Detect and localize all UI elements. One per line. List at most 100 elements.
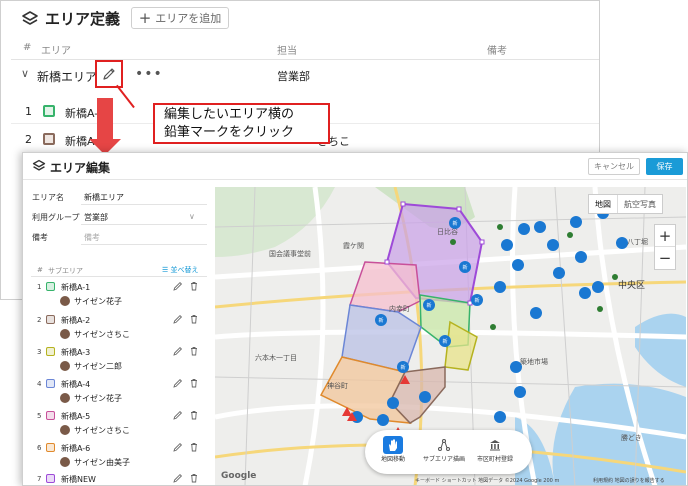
more-options-icon[interactable]: •••: [135, 66, 163, 82]
subarea-item[interactable]: 4 新橋A-4 サイゼン花子: [23, 376, 211, 409]
color-swatch: [43, 105, 55, 117]
column-header-area[interactable]: エリア: [41, 42, 71, 57]
subarea-name: 新橋A-6: [61, 444, 91, 453]
zoom-out-button[interactable]: −: [655, 247, 675, 269]
trash-icon[interactable]: [189, 281, 199, 291]
color-swatch: [46, 443, 55, 452]
trash-icon[interactable]: [189, 442, 199, 452]
pencil-icon[interactable]: [173, 473, 183, 483]
sort-button[interactable]: ☰ 並べ替え: [162, 265, 199, 275]
map-toggle-aerial[interactable]: 航空写真: [617, 195, 662, 213]
cancel-button[interactable]: キャンセル: [588, 158, 640, 175]
field-underline: [81, 224, 207, 225]
layers-icon: [32, 159, 46, 171]
map-canvas[interactable]: 新新新新新新新 地図 航空写真 + − 日比谷 霞ケ関 国会議事堂前 中央区 六…: [215, 187, 686, 485]
color-swatch: [46, 315, 55, 324]
pencil-icon[interactable]: [173, 281, 183, 291]
save-button[interactable]: 保存: [646, 158, 683, 175]
svg-text:新: 新: [452, 220, 457, 227]
subarea-num: 1: [37, 283, 42, 291]
subarea-item[interactable]: 5 新橋A-5 サイゼンさちこ: [23, 408, 211, 441]
avatar: [60, 296, 70, 306]
map-label: 内幸町: [389, 305, 410, 313]
map-toggle-map[interactable]: 地図: [589, 195, 617, 213]
subarea-name: 新橋A-3: [61, 348, 91, 357]
subarea-person: サイゼン由美子: [74, 458, 130, 467]
pencil-icon[interactable]: [173, 346, 183, 356]
subarea-item[interactable]: 6 新橋A-6 サイゼン由美子: [23, 440, 211, 473]
down-arrow-shaft: [97, 98, 113, 140]
subarea-num: 6: [37, 444, 42, 452]
trash-icon[interactable]: [189, 378, 199, 388]
color-swatch: [46, 347, 55, 356]
pencil-icon[interactable]: [173, 314, 183, 324]
tool-label: 市区町村登録: [477, 456, 514, 463]
zoom-control: + −: [654, 224, 676, 270]
field-underline: [81, 204, 207, 205]
subarea-header-divider: [31, 276, 207, 277]
group-label: 利用グループ: [32, 213, 80, 222]
map-label: 霞ケ関: [343, 242, 364, 250]
zoom-in-button[interactable]: +: [655, 225, 675, 247]
page-header: エリア定義: [21, 8, 120, 29]
subarea-header-num: #: [37, 266, 43, 274]
column-header-num: #: [23, 42, 32, 53]
building-icon: [485, 436, 505, 454]
trash-icon[interactable]: [189, 473, 199, 483]
map-type-toggle[interactable]: 地図 航空写真: [588, 194, 663, 214]
hand-icon: [383, 436, 403, 454]
tool-map-move[interactable]: 地図移動: [381, 436, 405, 463]
avatar: [60, 393, 70, 403]
map-label: 八丁堀: [627, 238, 648, 246]
column-header-tanto[interactable]: 担当: [277, 42, 297, 57]
column-header-biko: 備考: [487, 46, 507, 57]
subarea-num: 7: [37, 475, 42, 483]
plus-icon: +: [138, 8, 152, 27]
map-label: 神谷町: [327, 382, 348, 390]
chevron-down-icon[interactable]: ∨: [189, 212, 195, 221]
subarea-name: 新橋A-1: [61, 283, 91, 292]
subarea-item[interactable]: 3 新橋A-3 サイゼン二郎: [23, 344, 211, 377]
sort-label: 並べ替え: [170, 266, 199, 274]
group-select[interactable]: 営業部: [84, 212, 108, 223]
map-label: 日比谷: [437, 228, 458, 236]
pencil-icon[interactable]: [173, 442, 183, 452]
area-name-field[interactable]: 新橋エリア: [84, 192, 124, 203]
map-terms[interactable]: 利用規約 地図の誤りを報告する: [593, 477, 665, 484]
subarea-item[interactable]: 7 新橋NEW: [23, 471, 211, 485]
color-swatch: [43, 133, 55, 145]
avatar: [60, 425, 70, 435]
add-area-button[interactable]: + エリアを追加: [131, 7, 229, 29]
svg-text:新: 新: [474, 297, 479, 304]
area-group-name: 新橋エリア: [37, 70, 98, 84]
tool-register-city[interactable]: 市区町村登録: [477, 436, 513, 463]
subarea-person: サイゼンさちこ: [74, 426, 130, 435]
map-toolbar: 地図移動 サブエリア描画 市区町村登録: [365, 430, 532, 474]
pencil-icon[interactable]: [173, 378, 183, 388]
memo-label: 備考: [32, 233, 48, 242]
subarea-person: サイゼン花子: [74, 297, 122, 306]
subarea-item[interactable]: 2 新橋A-2 サイゼンさちこ: [23, 312, 211, 345]
row-num: 1: [25, 105, 32, 118]
tool-draw-subarea[interactable]: サブエリア描画: [423, 436, 465, 463]
tool-label: サブエリア描画: [423, 456, 466, 463]
area-edit-window: エリア編集 キャンセル 保存 エリア名 新橋エリア 利用グループ 営業部 ∨ 備…: [22, 152, 688, 486]
trash-icon[interactable]: [189, 314, 199, 324]
trash-icon[interactable]: [189, 410, 199, 420]
editor-header: エリア編集 キャンセル 保存: [23, 153, 687, 180]
trash-icon[interactable]: [189, 346, 199, 356]
memo-input[interactable]: 備考: [84, 232, 100, 243]
subarea-person: サイゼンさちこ: [74, 330, 130, 339]
subarea-item[interactable]: 1 新橋A-1 サイゼン花子: [23, 279, 211, 312]
polygon-icon: [434, 436, 454, 454]
instruction-callout: 編集したいエリア横の 鉛筆マークをクリック: [153, 103, 330, 144]
edit-area-button[interactable]: [95, 60, 123, 88]
tool-label: 地図移動: [381, 456, 406, 463]
map-attribution[interactable]: キーボード ショートカット 地図データ ©2024 Google 200 m: [415, 477, 559, 484]
svg-text:新: 新: [426, 302, 431, 309]
chevron-down-icon[interactable]: ∨: [21, 67, 29, 80]
field-underline: [81, 244, 207, 245]
color-swatch: [46, 411, 55, 420]
pencil-icon[interactable]: [173, 410, 183, 420]
subarea-num: 4: [37, 380, 42, 388]
